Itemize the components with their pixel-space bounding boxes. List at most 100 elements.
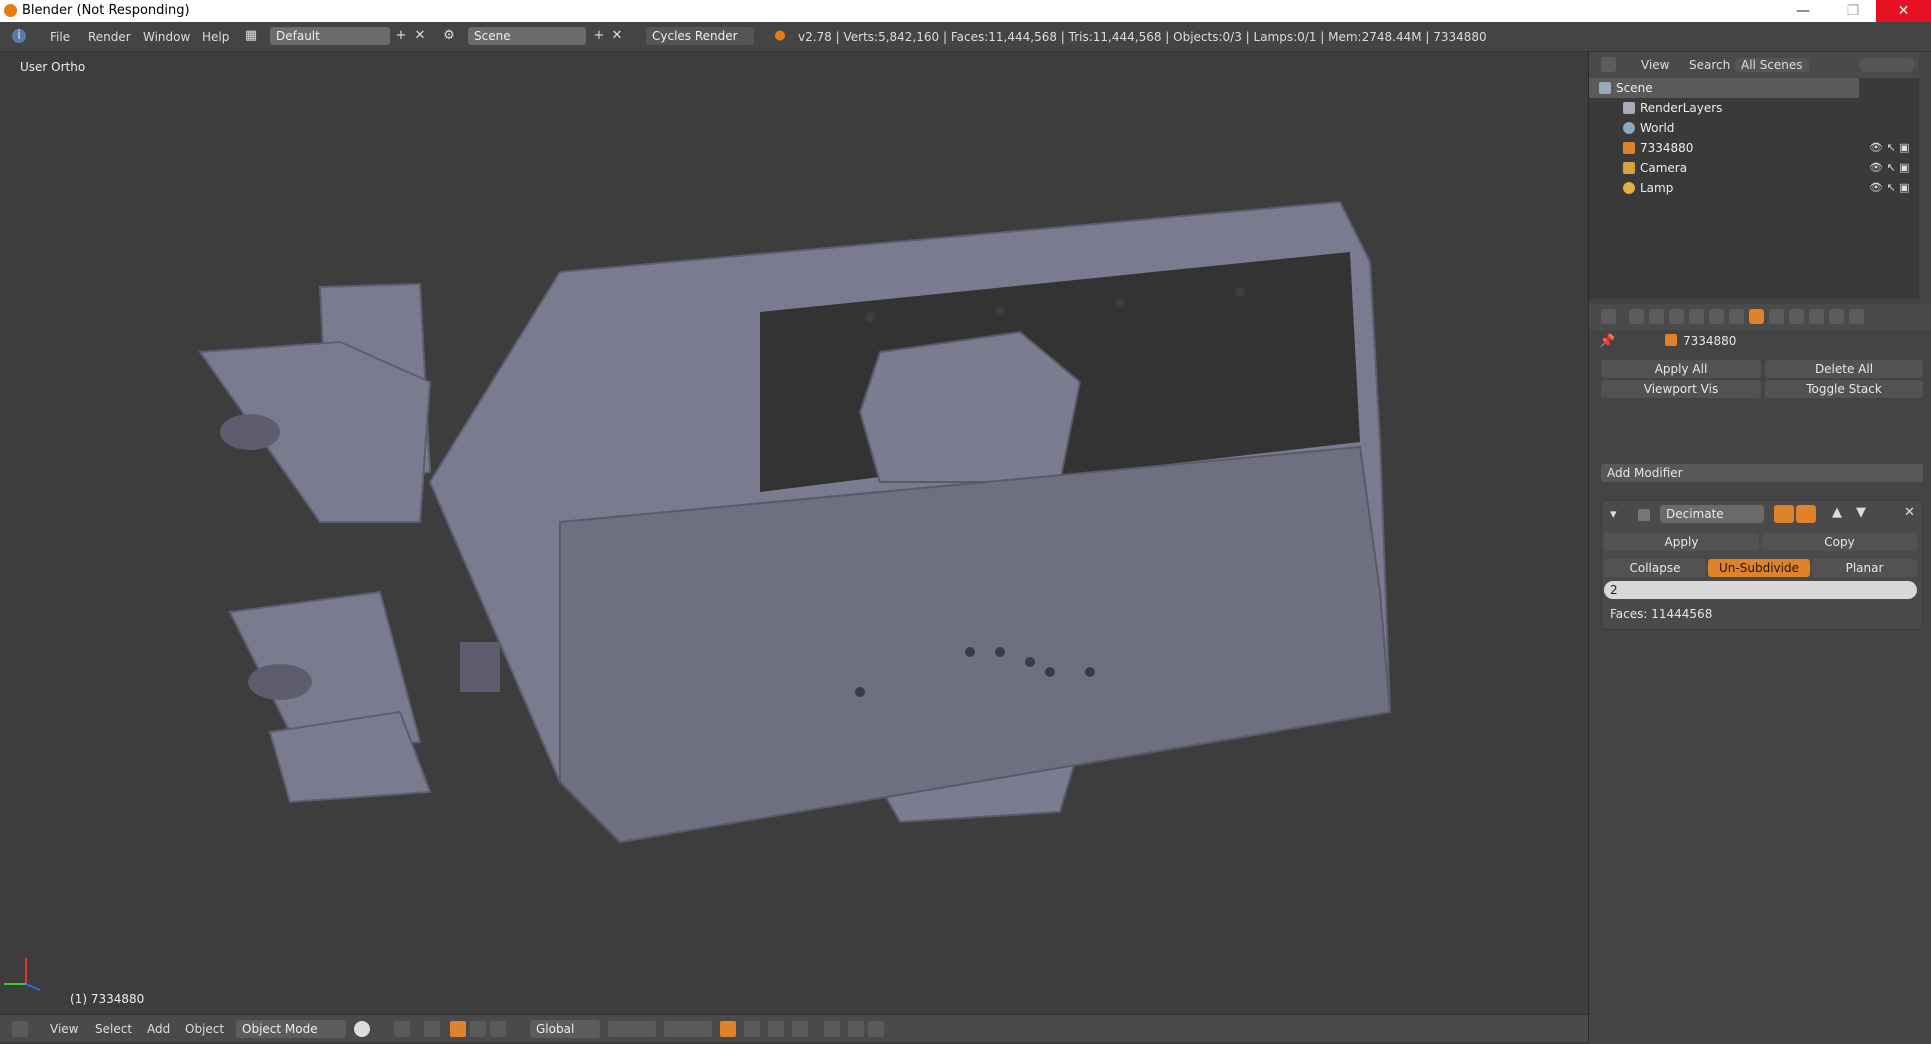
editor-type-icon[interactable] bbox=[12, 1021, 28, 1037]
snap-icon[interactable] bbox=[768, 1021, 784, 1037]
data-tab-icon[interactable] bbox=[1769, 309, 1784, 324]
menu-file[interactable]: File bbox=[50, 30, 70, 44]
outliner-view-menu[interactable]: View bbox=[1641, 58, 1669, 72]
apply-all-button[interactable]: Apply All bbox=[1601, 360, 1761, 378]
mode-unsubdivide-button[interactable]: Un-Subdivide bbox=[1708, 559, 1810, 577]
menu-add[interactable]: Add bbox=[147, 1022, 170, 1036]
lock-layers-icon[interactable] bbox=[720, 1021, 736, 1037]
modifier-copy-button[interactable]: Copy bbox=[1762, 533, 1917, 551]
render-engine-select[interactable]: Cycles Render bbox=[646, 27, 754, 45]
orientation-select[interactable]: Global bbox=[530, 1020, 600, 1038]
scene-icon[interactable]: ⚙ bbox=[442, 29, 456, 43]
remove-layout-icon[interactable]: ✕ bbox=[413, 29, 427, 43]
proportional-edit-icon[interactable] bbox=[744, 1021, 760, 1037]
render-icon[interactable] bbox=[824, 1021, 840, 1037]
pivot-icon[interactable] bbox=[394, 1021, 410, 1037]
lamp-icon bbox=[1623, 182, 1635, 194]
menu-select[interactable]: Select bbox=[95, 1022, 132, 1036]
minimize-button[interactable]: — bbox=[1780, 0, 1826, 22]
mode-collapse-button[interactable]: Collapse bbox=[1604, 559, 1706, 577]
mode-planar-button[interactable]: Planar bbox=[1812, 559, 1917, 577]
active-object-label: (1) 7334880 bbox=[70, 992, 145, 1006]
visibility-lamp-icon[interactable]: 👁 ↖ ▣ bbox=[1869, 178, 1919, 198]
particles-tab-icon[interactable] bbox=[1829, 309, 1844, 324]
screen-layout-field[interactable]: Default bbox=[270, 27, 390, 45]
shading-icon[interactable] bbox=[354, 1021, 370, 1037]
move-down-icon[interactable]: ▼ bbox=[1856, 505, 1866, 520]
toggle-stack-button[interactable]: Toggle Stack bbox=[1765, 380, 1923, 398]
modifiers-tab-icon[interactable] bbox=[1749, 309, 1764, 324]
rotate-tool-icon[interactable] bbox=[470, 1021, 486, 1037]
render-toggle-icon[interactable] bbox=[1774, 505, 1794, 523]
collapse-modifier-icon[interactable]: ▾ bbox=[1610, 507, 1617, 522]
outliner-row-lamp[interactable]: Lamp bbox=[1589, 178, 1859, 198]
3d-viewport[interactable] bbox=[0, 52, 1588, 1014]
world-tab-icon[interactable] bbox=[1689, 309, 1704, 324]
add-scene-icon[interactable]: + bbox=[592, 29, 606, 43]
close-button[interactable]: ✕ bbox=[1876, 0, 1931, 22]
outliner-search-field[interactable] bbox=[1859, 58, 1915, 72]
modifier-name-field[interactable]: Decimate bbox=[1660, 505, 1764, 523]
object-tab-icon[interactable] bbox=[1709, 309, 1724, 324]
menu-window[interactable]: Window bbox=[143, 30, 190, 44]
material-tab-icon[interactable] bbox=[1789, 309, 1804, 324]
object-icon bbox=[1665, 334, 1677, 346]
outliner-row-world[interactable]: World bbox=[1589, 118, 1859, 138]
add-modifier-select[interactable]: Add Modifier bbox=[1601, 464, 1923, 482]
scene-tab-icon[interactable] bbox=[1669, 309, 1684, 324]
menu-view[interactable]: View bbox=[50, 1022, 78, 1036]
outliner-display-select[interactable]: All Scenes bbox=[1735, 58, 1809, 72]
opengl-anim-icon[interactable] bbox=[868, 1021, 884, 1037]
screen-layout-icon[interactable]: ▦ bbox=[244, 29, 258, 43]
pin-icon[interactable]: 📌 bbox=[1599, 334, 1615, 349]
window-titlebar: Blender (Not Responding) — ❐ ✕ bbox=[0, 0, 1931, 22]
remove-scene-icon[interactable]: ✕ bbox=[610, 29, 624, 43]
translate-tool-icon[interactable] bbox=[450, 1021, 466, 1037]
world-icon bbox=[1623, 122, 1635, 134]
layers-block-1[interactable] bbox=[608, 1021, 656, 1037]
mesh-render bbox=[4, 200, 1392, 991]
move-up-icon[interactable]: ▲ bbox=[1832, 505, 1842, 520]
info-editor-icon[interactable]: i bbox=[12, 29, 26, 43]
delete-all-button[interactable]: Delete All bbox=[1765, 360, 1923, 378]
menu-help[interactable]: Help bbox=[202, 30, 229, 44]
info-header: i File Render Window Help ▦ Default + ✕ … bbox=[0, 22, 1931, 52]
outliner-header: View Search All Scenes bbox=[1589, 52, 1919, 78]
scale-tool-icon[interactable] bbox=[490, 1021, 506, 1037]
menu-render[interactable]: Render bbox=[88, 30, 131, 44]
right-panel: View Search All Scenes Scene RenderLayer… bbox=[1588, 52, 1931, 1044]
outliner-row-mesh-object[interactable]: 7334880 bbox=[1589, 138, 1859, 158]
outliner: View Search All Scenes Scene RenderLayer… bbox=[1589, 52, 1919, 299]
render-tab-icon[interactable] bbox=[1629, 309, 1644, 324]
outliner-row-renderlayers[interactable]: RenderLayers bbox=[1589, 98, 1859, 118]
properties-editor-icon[interactable] bbox=[1601, 309, 1616, 324]
constraints-tab-icon[interactable] bbox=[1729, 309, 1744, 324]
mode-select[interactable]: Object Mode bbox=[236, 1020, 346, 1038]
viewport-vis-button[interactable]: Viewport Vis bbox=[1601, 380, 1761, 398]
iterations-slider[interactable]: 2 bbox=[1604, 581, 1917, 599]
visibility-mesh-icon[interactable]: 👁 ↖ ▣ bbox=[1869, 138, 1919, 158]
snap-target-icon[interactable] bbox=[792, 1021, 808, 1037]
add-layout-icon[interactable]: + bbox=[394, 29, 408, 43]
mesh-icon bbox=[1623, 142, 1635, 154]
viewport-toggle-icon[interactable] bbox=[1796, 505, 1816, 523]
window-title: Blender (Not Responding) bbox=[22, 3, 190, 18]
opengl-render-icon[interactable] bbox=[848, 1021, 864, 1037]
visibility-camera-icon[interactable]: 👁 ↖ ▣ bbox=[1869, 158, 1919, 178]
physics-tab-icon[interactable] bbox=[1849, 309, 1864, 324]
outliner-editor-icon[interactable] bbox=[1601, 57, 1616, 72]
modifier-apply-button[interactable]: Apply bbox=[1604, 533, 1759, 551]
scene-stats: v2.78 | Verts:5,842,160 | Faces:11,444,5… bbox=[798, 30, 1487, 44]
scene-field[interactable]: Scene bbox=[468, 27, 586, 45]
renderlayers-tab-icon[interactable] bbox=[1649, 309, 1664, 324]
maximize-button[interactable]: ❐ bbox=[1830, 0, 1876, 22]
menu-object[interactable]: Object bbox=[185, 1022, 224, 1036]
outliner-row-camera[interactable]: Camera bbox=[1589, 158, 1859, 178]
remove-modifier-icon[interactable]: ✕ bbox=[1904, 505, 1915, 520]
outliner-search-menu[interactable]: Search bbox=[1689, 58, 1730, 72]
side-slot bbox=[460, 642, 500, 692]
manipulator-icon[interactable] bbox=[424, 1021, 440, 1037]
outliner-row-scene[interactable]: Scene bbox=[1589, 78, 1859, 98]
layers-block-2[interactable] bbox=[664, 1021, 712, 1037]
texture-tab-icon[interactable] bbox=[1809, 309, 1824, 324]
